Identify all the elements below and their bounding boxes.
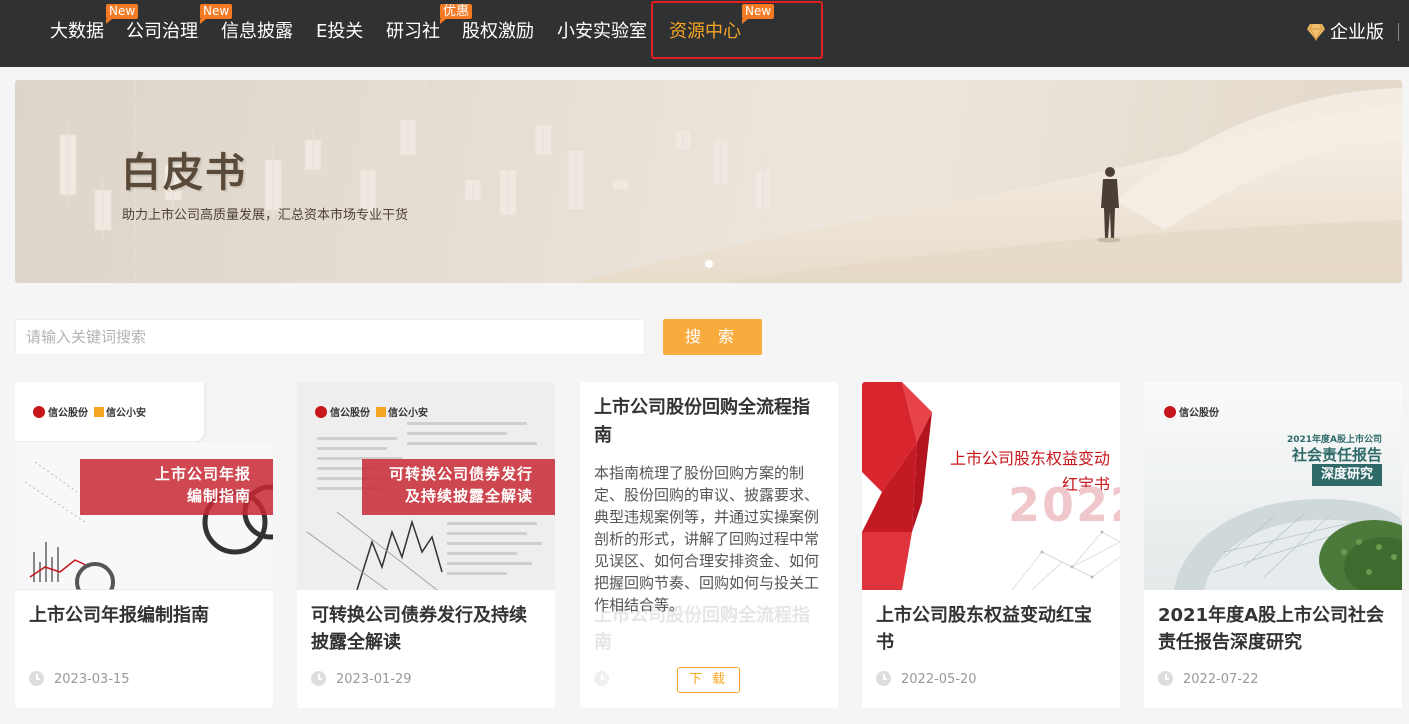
search-input[interactable] [15, 319, 645, 355]
clock-icon [311, 671, 326, 686]
card-date: 2022-07-22 [1158, 671, 1259, 689]
nav-item-label: 研习社 [386, 21, 440, 42]
nav-item-label: 小安实验室 [557, 21, 647, 42]
carousel-dot[interactable] [705, 260, 713, 268]
clock-icon [29, 671, 44, 686]
nav-item-resource-center[interactable]: 资源中心 New [669, 4, 775, 45]
whitepaper-card-convertible-bonds[interactable]: 信公股份 信公小安 可转换公司债券发行 及持续披露全解读 可转换公司债券发行及持续… [297, 382, 555, 708]
enterprise-label: 企业版 [1330, 22, 1384, 43]
card-cover-image: 信公股份 信公小安 上市公司年报 编制指南 [15, 382, 273, 590]
new-badge: New [200, 4, 233, 24]
xiaoan-logo-icon [94, 407, 104, 417]
clock-icon [594, 671, 609, 686]
whitepaper-card-annual-report[interactable]: 信公股份 信公小安 上市公司年报 编制指南 上市公司年报编制指南 2023-03-… [15, 382, 273, 708]
nav-item-equity-incentive[interactable]: 股权激励 [462, 19, 534, 45]
card-date: 2022-05-20 [876, 671, 977, 689]
card-title: 2021年度A股上市公司社会责任报告深度研究 [1158, 605, 1385, 653]
cover-logo: 信公股份 信公小安 [33, 404, 146, 419]
new-badge: New [106, 4, 139, 24]
cover-heading-box: 深度研究 [1312, 464, 1382, 486]
nav-item-label: 资源中心 [669, 21, 741, 42]
cover-title-tag: 可转换公司债券发行 及持续披露全解读 [362, 459, 555, 515]
nav-item-label: E投关 [316, 21, 364, 42]
card-cover-image: 上市公司股东权益变动 红宝书 2022 [862, 382, 1120, 590]
card-description: 本指南梳理了股份回购方案的制定、股份回购的审议、披露要求、典型违规案例等，并通过… [594, 464, 820, 614]
nav-item-label: 大数据 [50, 21, 104, 42]
nav-item-label: 信息披露 [221, 21, 293, 42]
nav-item-study-club[interactable]: 研习社 优惠 [386, 4, 473, 45]
download-button[interactable]: 下 载 [677, 667, 740, 693]
ghost-card-date [594, 671, 619, 687]
search-button[interactable]: 搜 索 [663, 319, 762, 355]
card-cover-image: 信公股份 信公小安 可转换公司债券发行 及持续披露全解读 [297, 382, 555, 590]
xingong-logo-icon [315, 406, 327, 418]
cover-title-tag: 上市公司年报 编制指南 [80, 459, 273, 515]
date-text: 2023-01-29 [336, 672, 412, 687]
xingong-logo-icon [33, 406, 45, 418]
nav-item-disclosure[interactable]: 信息披露 [221, 19, 293, 45]
whitepaper-card-equity-change[interactable]: 上市公司股东权益变动 红宝书 2022 上市公司股东权益变动红宝书 2022-0… [862, 382, 1120, 708]
cover-heading: 社会责任报告 [1291, 446, 1382, 464]
cover-logo: 信公股份 [1164, 404, 1219, 419]
nav-item-lab[interactable]: 小安实验室 [557, 19, 647, 45]
card-title: 可转换公司债券发行及持续披露全解读 [311, 605, 527, 653]
card-title: 上市公司年报编制指南 [29, 605, 209, 626]
nav-item-e-ir[interactable]: E投关 [316, 19, 363, 45]
clock-icon [1158, 671, 1173, 686]
card-date: 2023-03-15 [29, 671, 130, 689]
clock-icon [876, 671, 891, 686]
whitepaper-card-csr-report[interactable]: 信公股份 2021年度A股上市公司 社会责任报告 深度研究 2021年度A股上市… [1144, 382, 1402, 708]
whitepaper-card-share-buyback[interactable]: 上市公司股份回购全流程指南 上市公司股份回购全流程指南 本指南梳理了股份回购方案… [580, 382, 838, 708]
nav-item-big-data[interactable]: 大数据 New [50, 4, 139, 45]
nav-item-corporate-governance[interactable]: 公司治理 New [126, 4, 233, 45]
date-text: 2022-05-20 [901, 672, 977, 687]
enterprise-link[interactable]: 企业版 [1306, 20, 1384, 49]
xiaoan-logo-icon [376, 407, 386, 417]
date-text: 2022-07-22 [1183, 672, 1259, 687]
banner-subtitle: 助力上市公司高质量发展，汇总资本市场专业干货 [122, 208, 409, 223]
card-cover-image: 信公股份 2021年度A股上市公司 社会责任报告 深度研究 [1144, 382, 1402, 590]
xingong-logo-icon [1164, 406, 1176, 418]
card-title: 上市公司股份回购全流程指南 [594, 397, 810, 446]
date-text: 2023-03-15 [54, 672, 130, 687]
nav-divider [1398, 23, 1399, 41]
new-badge: New [742, 4, 775, 24]
banner-carousel[interactable]: 白皮书 助力上市公司高质量发展，汇总资本市场专业干货 [15, 80, 1402, 283]
cover-logo: 信公股份 信公小安 [315, 404, 428, 419]
banner-title: 白皮书 [121, 150, 247, 196]
discount-badge: 优惠 [440, 4, 473, 24]
top-nav: 大数据 New 公司治理 New 信息披露 E投关 研习社 优惠 股权激励 小安… [0, 0, 1409, 67]
cover-year: 2022 [1008, 478, 1120, 532]
card-title: 上市公司股东权益变动红宝书 [876, 605, 1092, 653]
diamond-icon [1306, 23, 1326, 49]
nav-item-label: 股权激励 [462, 21, 534, 42]
card-date: 2023-01-29 [311, 671, 412, 689]
nav-item-label: 公司治理 [126, 21, 198, 42]
